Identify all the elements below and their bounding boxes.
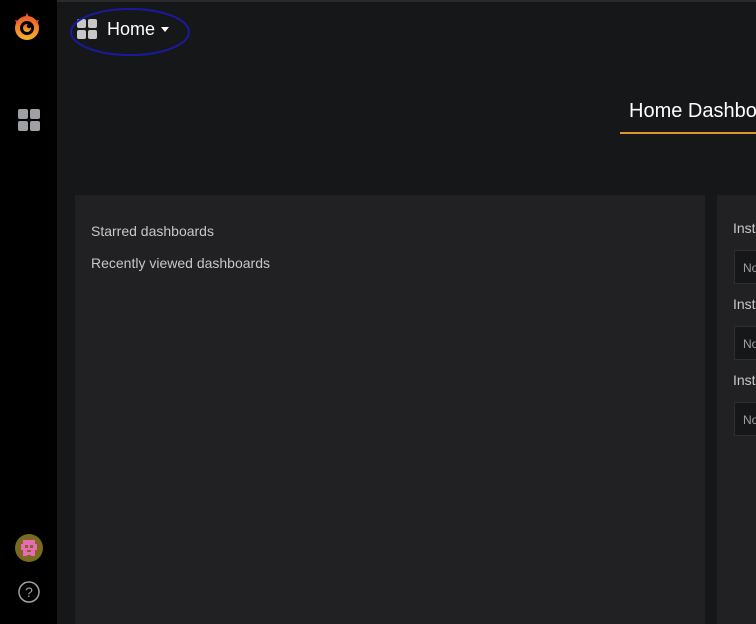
dashboard-title: Home Dashbo	[620, 100, 756, 134]
dashboards-grid-icon[interactable]	[17, 108, 41, 132]
main-content: Home Home Dashbo Starred dashboards Rece…	[57, 0, 756, 624]
install-box[interactable]: No	[734, 402, 756, 436]
install-panel: Inst No Inst No Inst No	[717, 195, 756, 624]
starred-dashboards-link[interactable]: Starred dashboards	[91, 223, 214, 239]
install-label: Inst	[733, 372, 756, 388]
help-icon[interactable]: ?	[18, 581, 40, 603]
install-label: Inst	[733, 296, 756, 312]
dashboards-grid-icon	[77, 19, 97, 39]
user-avatar[interactable]	[15, 534, 43, 562]
recent-dashboards-link[interactable]: Recently viewed dashboards	[91, 255, 270, 271]
grafana-logo-icon[interactable]	[10, 10, 44, 44]
install-label: Inst	[733, 220, 756, 236]
svg-text:?: ?	[25, 584, 33, 600]
sidebar: ?	[0, 0, 57, 624]
caret-down-icon	[161, 26, 170, 32]
install-box[interactable]: No	[734, 250, 756, 284]
dashboard-picker-button[interactable]: Home	[77, 16, 170, 42]
install-box[interactable]: No	[734, 326, 756, 360]
dashboard-list-panel: Starred dashboards Recently viewed dashb…	[75, 195, 705, 624]
nav-title: Home	[107, 18, 156, 39]
